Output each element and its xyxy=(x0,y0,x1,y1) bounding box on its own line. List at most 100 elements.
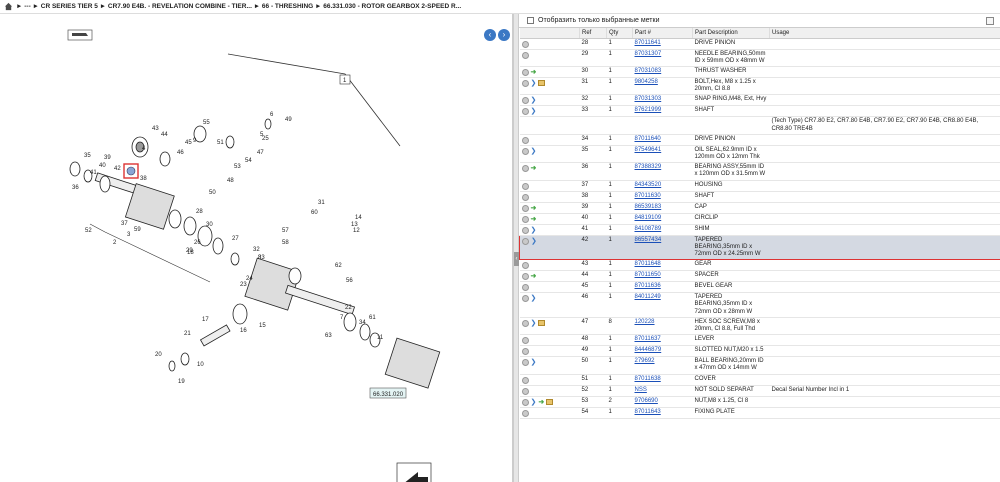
part-number-link[interactable]: 84446879 xyxy=(632,345,693,358)
column-header[interactable]: Usage xyxy=(769,28,1000,39)
column-header[interactable]: Qty xyxy=(606,28,633,39)
callout-32[interactable]: 32 xyxy=(253,247,260,253)
part-number-link[interactable]: 87621999 xyxy=(632,105,693,118)
callout-50[interactable]: 50 xyxy=(209,190,216,196)
table-row[interactable]: 34 1 87011640 DRIVE PINION xyxy=(519,134,1000,146)
part-number-link[interactable]: 87011630 xyxy=(632,191,693,203)
select-circle-icon[interactable] xyxy=(521,51,529,59)
table-row[interactable]: ❯ 35 1 87549641 OIL SEAL,62.9mm ID x 120mm O… xyxy=(519,145,1000,164)
select-circle-icon[interactable] xyxy=(521,295,529,303)
callout-3[interactable]: 3 xyxy=(127,232,131,238)
part-number-link[interactable]: 87011643 xyxy=(632,407,693,419)
select-circle-icon[interactable] xyxy=(521,182,529,190)
callout-24[interactable]: 24 xyxy=(246,276,253,282)
select-circle-icon[interactable] xyxy=(521,284,529,292)
select-circle-icon[interactable] xyxy=(521,165,529,173)
column-header[interactable]: Part # xyxy=(632,28,693,39)
callout-56[interactable]: 56 xyxy=(346,278,353,284)
callout-37[interactable]: 37 xyxy=(121,221,128,227)
callout-31[interactable]: 31 xyxy=(318,200,325,206)
callout-40[interactable]: 40 xyxy=(99,163,106,169)
select-circle-icon[interactable] xyxy=(521,319,529,327)
select-circle-icon[interactable] xyxy=(521,359,529,367)
callout-11[interactable]: 11 xyxy=(377,335,384,341)
table-row[interactable]: ➜ 39 1 86539183 CAP xyxy=(519,202,1000,214)
callout-30[interactable]: 30 xyxy=(206,222,213,228)
part-number-link[interactable]: 87031307 xyxy=(632,49,693,67)
callout-17[interactable]: 17 xyxy=(202,317,209,323)
table-row[interactable]: 49 1 84446879 SLOTTED NUT,M20 x 1.5 xyxy=(519,345,1000,358)
package-box-icon[interactable] xyxy=(538,320,546,327)
part-number-link[interactable]: 279692 xyxy=(632,356,693,375)
table-row[interactable]: ❯ 41 1 84108789 SHIM xyxy=(519,224,1000,236)
callout-28[interactable]: 28 xyxy=(196,209,203,215)
callout-2[interactable]: 2 xyxy=(113,240,117,246)
select-circle-icon[interactable] xyxy=(521,136,529,144)
callout-57[interactable]: 57 xyxy=(282,228,289,234)
callout-43[interactable]: 43 xyxy=(152,126,159,132)
select-circle-icon[interactable] xyxy=(521,215,529,223)
package-box-icon[interactable] xyxy=(546,399,554,406)
callout-7[interactable]: 7 xyxy=(340,315,344,321)
callout-26[interactable]: 26 xyxy=(194,240,201,246)
callout-52[interactable]: 52 xyxy=(85,228,92,234)
select-circle-icon[interactable] xyxy=(521,376,529,384)
callout-34[interactable]: 34 xyxy=(359,320,366,326)
select-circle-icon[interactable] xyxy=(521,398,529,406)
table-row[interactable]: ❯ 42 1 86557434 TAPERED BEARING,35mm ID x 72… xyxy=(519,234,1000,261)
callout-38[interactable]: 38 xyxy=(140,176,147,182)
info-book-icon[interactable]: ❯ xyxy=(531,97,537,104)
select-circle-icon[interactable] xyxy=(521,273,529,281)
callout-53[interactable]: 53 xyxy=(234,164,241,170)
table-row[interactable]: 29 1 87031307 NEEDLE BEARING,50mm ID x 59mm… xyxy=(519,49,1000,67)
part-number-link[interactable]: 87011648 xyxy=(632,259,693,272)
callout-35[interactable]: 35 xyxy=(84,153,91,159)
callout-41[interactable]: 41 xyxy=(90,170,97,176)
part-number-link[interactable]: 87031083 xyxy=(632,66,693,78)
callout-25[interactable]: 25 xyxy=(262,136,269,142)
table-row[interactable]: 43 1 87011648 GEAR xyxy=(519,259,1000,272)
callout-36[interactable]: 36 xyxy=(72,185,79,191)
select-circle-icon[interactable] xyxy=(522,237,529,245)
table-row[interactable]: ❯ ➜ 53 2 9706690 NUT,M8 x 1.25, Cl 8 xyxy=(519,396,1000,408)
callout-55[interactable]: 55 xyxy=(203,120,210,126)
replacement-arrow-icon[interactable]: ➜ xyxy=(531,216,537,223)
callout-39[interactable]: 39 xyxy=(104,155,111,161)
info-book-icon[interactable]: ❯ xyxy=(531,108,537,115)
table-row[interactable]: ➜ 30 1 87031083 THRUST WASHER xyxy=(519,66,1000,78)
part-number-link[interactable] xyxy=(632,116,693,135)
table-row[interactable]: 28 1 87011641 DRIVE PINION xyxy=(519,38,1000,50)
callout-47[interactable]: 47 xyxy=(257,150,264,156)
table-row[interactable]: ❯ 47 8 120228 HEX SOC SCREW,M8 x 20mm, Cl 8.… xyxy=(519,317,1000,336)
next-button[interactable]: › xyxy=(498,29,510,41)
part-number-link[interactable]: 84819109 xyxy=(632,213,693,225)
select-circle-icon[interactable] xyxy=(521,193,529,201)
callout-63[interactable]: 63 xyxy=(325,333,332,339)
breadcrumb[interactable]: ► --- ► CR SERIES TIER 5 ► CR7.90 E4B. -… xyxy=(16,3,461,10)
table-row[interactable]: ➜ 44 1 87011650 SPACER xyxy=(519,270,1000,283)
callout-6[interactable]: 6 xyxy=(270,112,274,118)
part-number-link[interactable]: 87031303 xyxy=(632,94,693,107)
callout-23[interactable]: 23 xyxy=(240,282,247,288)
info-book-icon[interactable]: ❯ xyxy=(531,359,537,366)
table-row[interactable]: ❯ 32 1 87031303 SNAP RING,M48, Ext, Hvy xyxy=(519,94,1000,107)
callout-33[interactable]: 33 xyxy=(258,255,265,261)
callout-59[interactable]: 59 xyxy=(134,227,141,233)
callout-29[interactable]: 29 xyxy=(186,248,193,254)
callout-54[interactable]: 54 xyxy=(245,158,252,164)
part-number-link[interactable]: NSS xyxy=(632,385,693,397)
select-circle-icon[interactable] xyxy=(521,226,529,234)
callout-21[interactable]: 21 xyxy=(184,331,191,337)
replacement-arrow-icon[interactable]: ➜ xyxy=(531,69,537,76)
callout-12[interactable]: 12 xyxy=(353,228,360,234)
home-icon[interactable] xyxy=(4,2,13,11)
callout-49[interactable]: 49 xyxy=(285,117,292,123)
diagram-pane[interactable]: ‹ › 1 2 3 4 5 6 7 8 9 10 11 12 13 14 15 … xyxy=(0,14,513,482)
table-row[interactable]: ❯ 31 1 9804258 BOLT,Hex, M8 x 1.25 x 20mm, C… xyxy=(519,77,1000,96)
column-header[interactable]: Part Description xyxy=(692,28,770,39)
select-circle-icon[interactable] xyxy=(521,262,529,270)
exploded-parts-diagram[interactable]: 1234567891011121314151617181920212223242… xyxy=(0,14,513,482)
part-number-link[interactable]: 84108789 xyxy=(632,224,693,236)
column-header[interactable] xyxy=(519,28,580,39)
table-row[interactable]: 52 1 NSS NOT SOLD SEPARAT Decal Serial Numbe… xyxy=(519,385,1000,397)
